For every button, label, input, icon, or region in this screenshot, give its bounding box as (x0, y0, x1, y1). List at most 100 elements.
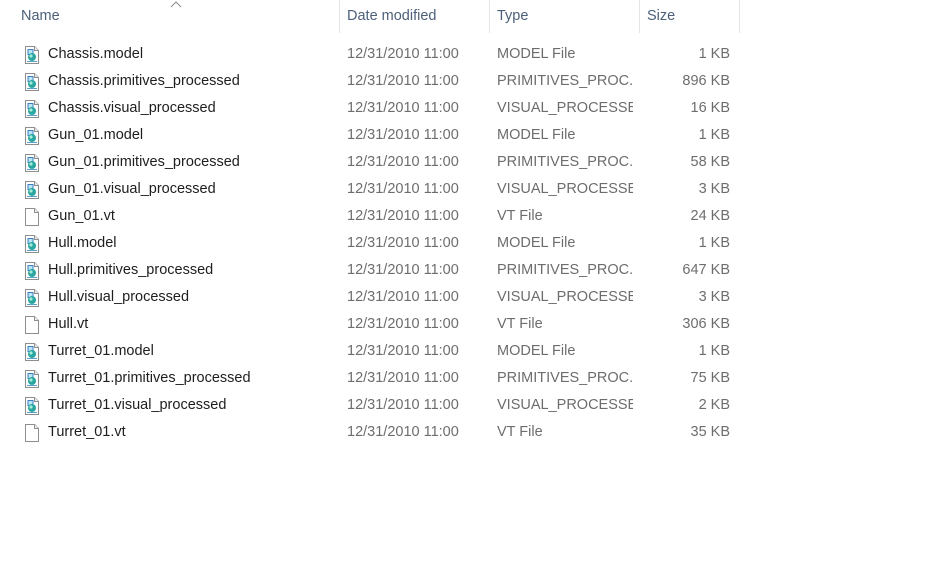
file-size: 3 KB (698, 181, 730, 197)
file-type: MODEL File (497, 343, 576, 359)
file-size: 306 KB (682, 316, 730, 332)
file-row[interactable]: Turret_01.primitives_processed 12/31/201… (21, 365, 740, 392)
file-date-modified: 12/31/2010 11:00 (347, 397, 459, 413)
column-header-size-label: Size (647, 8, 676, 24)
file-type: MODEL File (497, 127, 576, 143)
file-date-modified: 12/31/2010 11:00 (347, 424, 459, 440)
file-date-modified: 12/31/2010 11:00 (347, 289, 459, 305)
sort-ascending-icon (170, 1, 182, 8)
file-date-modified: 12/31/2010 11:00 (347, 154, 459, 170)
model-file-icon (24, 73, 40, 91)
file-type: VISUAL_PROCESSE... (497, 100, 633, 116)
file-name: Hull.vt (48, 316, 89, 332)
file-date-modified: 12/31/2010 11:00 (347, 235, 459, 251)
blank-file-icon (24, 424, 40, 442)
file-type: VISUAL_PROCESSE... (497, 181, 633, 197)
file-date-modified: 12/31/2010 11:00 (347, 181, 459, 197)
file-name: Chassis.visual_processed (48, 100, 216, 116)
file-name: Chassis.primitives_processed (48, 73, 240, 89)
file-type: PRIMITIVES_PROC... (497, 154, 633, 170)
file-row[interactable]: Turret_01.vt 12/31/2010 11:00 VT File 35… (21, 419, 740, 446)
file-type: PRIMITIVES_PROC... (497, 370, 633, 386)
model-file-icon (24, 370, 40, 388)
column-header-type-label: Type (497, 8, 529, 24)
file-row[interactable]: Hull.model 12/31/2010 11:00 MODEL File 1… (21, 230, 740, 257)
model-file-icon (24, 154, 40, 172)
file-name: Gun_01.primitives_processed (48, 154, 240, 170)
file-date-modified: 12/31/2010 11:00 (347, 262, 459, 278)
file-row[interactable]: Turret_01.visual_processed 12/31/2010 11… (21, 392, 740, 419)
file-name: Gun_01.vt (48, 208, 115, 224)
file-size: 16 KB (690, 100, 731, 116)
blank-file-icon (24, 208, 40, 226)
file-name: Gun_01.visual_processed (48, 181, 216, 197)
file-row[interactable]: Chassis.model 12/31/2010 11:00 MODEL Fil… (21, 41, 740, 68)
model-file-icon (24, 181, 40, 199)
file-type: PRIMITIVES_PROC... (497, 73, 633, 89)
model-file-icon (24, 127, 40, 145)
file-name: Hull.primitives_processed (48, 262, 214, 278)
file-size: 1 KB (698, 46, 730, 62)
file-type: MODEL File (497, 235, 576, 251)
file-row[interactable]: Gun_01.visual_processed 12/31/2010 11:00… (21, 176, 740, 203)
file-name: Chassis.model (48, 46, 144, 62)
file-size: 2 KB (698, 397, 730, 413)
file-size: 3 KB (698, 289, 730, 305)
file-row[interactable]: Hull.primitives_processed 12/31/2010 11:… (21, 257, 740, 284)
file-row[interactable]: Gun_01.vt 12/31/2010 11:00 VT File 24 KB (21, 203, 740, 230)
blank-file-icon (24, 316, 40, 334)
file-date-modified: 12/31/2010 11:00 (347, 316, 459, 332)
file-size: 75 KB (690, 370, 731, 386)
file-row[interactable]: Hull.visual_processed 12/31/2010 11:00 V… (21, 284, 740, 311)
model-file-icon (24, 262, 40, 280)
file-name: Hull.model (48, 235, 117, 251)
file-name: Hull.visual_processed (48, 289, 190, 305)
model-file-icon (24, 343, 40, 361)
column-header-type[interactable]: Type (490, 0, 640, 33)
file-type: VISUAL_PROCESSE... (497, 289, 633, 305)
file-date-modified: 12/31/2010 11:00 (347, 73, 459, 89)
column-header-bar: Name Date modified Type Size (0, 0, 740, 33)
column-header-date-modified[interactable]: Date modified (340, 0, 490, 33)
file-date-modified: 12/31/2010 11:00 (347, 100, 459, 116)
model-file-icon (24, 100, 40, 118)
file-type: VT File (497, 424, 543, 440)
column-header-name[interactable]: Name (0, 0, 340, 33)
file-size: 1 KB (698, 127, 730, 143)
file-date-modified: 12/31/2010 11:00 (347, 343, 459, 359)
file-row[interactable]: Chassis.primitives_processed 12/31/2010 … (21, 68, 740, 95)
file-size: 1 KB (698, 343, 730, 359)
model-file-icon (24, 289, 40, 307)
file-date-modified: 12/31/2010 11:00 (347, 370, 459, 386)
file-name: Turret_01.primitives_processed (48, 370, 251, 386)
file-name: Turret_01.visual_processed (48, 397, 227, 413)
file-date-modified: 12/31/2010 11:00 (347, 127, 459, 143)
file-type: VT File (497, 316, 543, 332)
file-size: 896 KB (682, 73, 730, 89)
file-row[interactable]: Gun_01.model 12/31/2010 11:00 MODEL File… (21, 122, 740, 149)
model-file-icon (24, 46, 40, 64)
file-explorer-details-view: Name Date modified Type Size Chassis.mod… (0, 0, 933, 585)
file-row[interactable]: Chassis.visual_processed 12/31/2010 11:0… (21, 95, 740, 122)
file-size: 1 KB (698, 235, 730, 251)
file-row[interactable]: Hull.vt 12/31/2010 11:00 VT File 306 KB (21, 311, 740, 338)
model-file-icon (24, 397, 40, 415)
file-name: Turret_01.vt (48, 424, 126, 440)
file-type: PRIMITIVES_PROC... (497, 262, 633, 278)
file-size: 35 KB (690, 424, 731, 440)
file-type: VISUAL_PROCESSE... (497, 397, 633, 413)
file-row[interactable]: Gun_01.primitives_processed 12/31/2010 1… (21, 149, 740, 176)
file-type: VT File (497, 208, 543, 224)
file-name: Gun_01.model (48, 127, 144, 143)
file-size: 58 KB (690, 154, 731, 170)
file-size: 24 KB (690, 208, 731, 224)
file-row[interactable]: Turret_01.model 12/31/2010 11:00 MODEL F… (21, 338, 740, 365)
file-type: MODEL File (497, 46, 576, 62)
column-header-date-label: Date modified (347, 8, 437, 24)
file-size: 647 KB (682, 262, 730, 278)
model-file-icon (24, 235, 40, 253)
file-date-modified: 12/31/2010 11:00 (347, 208, 459, 224)
file-name: Turret_01.model (48, 343, 154, 359)
file-date-modified: 12/31/2010 11:00 (347, 46, 459, 62)
column-header-size[interactable]: Size (640, 0, 740, 33)
